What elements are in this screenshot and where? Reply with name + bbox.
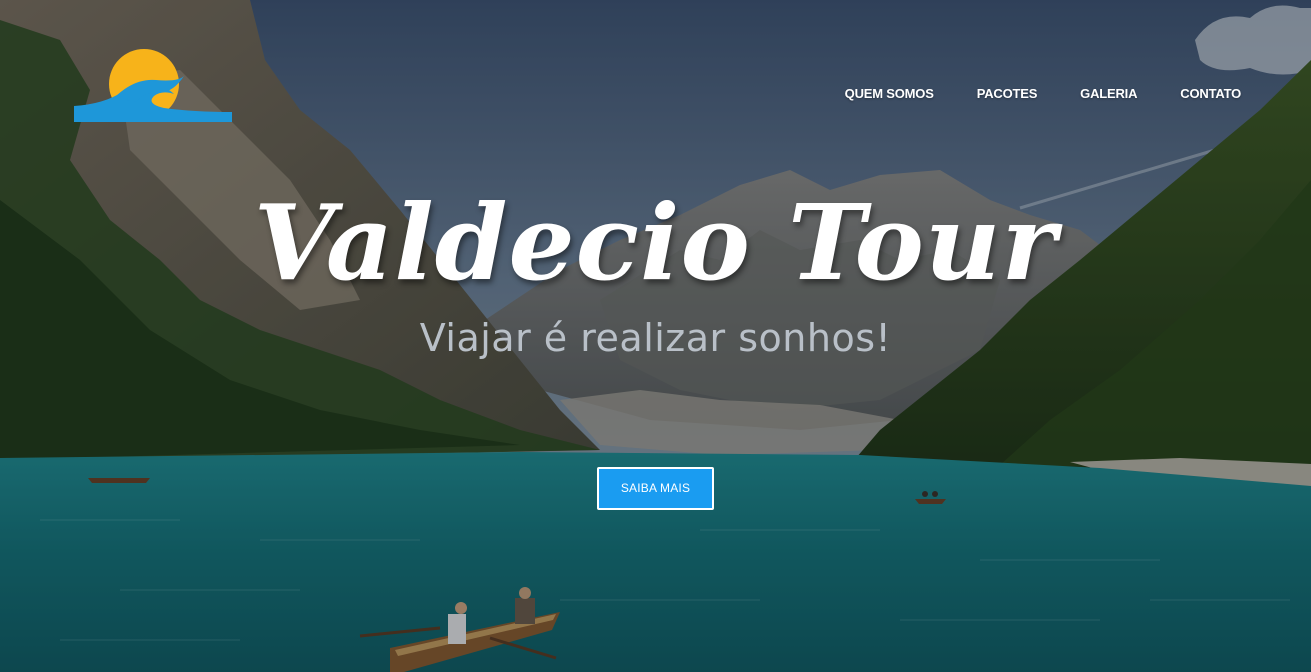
hero-title: Valdecio Tour xyxy=(253,181,1058,304)
hero-subtitle: Viajar é realizar sonhos! xyxy=(419,316,892,360)
sun-wave-logo-icon[interactable] xyxy=(74,46,232,122)
nav-item-pacotes[interactable]: PACOTES xyxy=(977,86,1038,102)
hero-section: QUEM SOMOS PACOTES GALERIA CONTATO Valde… xyxy=(0,0,1311,672)
nav-item-contato[interactable]: CONTATO xyxy=(1180,86,1241,102)
nav-item-galeria[interactable]: GALERIA xyxy=(1080,86,1137,102)
nav-item-quem-somos[interactable]: QUEM SOMOS xyxy=(845,86,934,102)
saiba-mais-button[interactable]: SAIBA MAIS xyxy=(597,467,714,510)
main-nav: QUEM SOMOS PACOTES GALERIA CONTATO xyxy=(802,86,1242,102)
